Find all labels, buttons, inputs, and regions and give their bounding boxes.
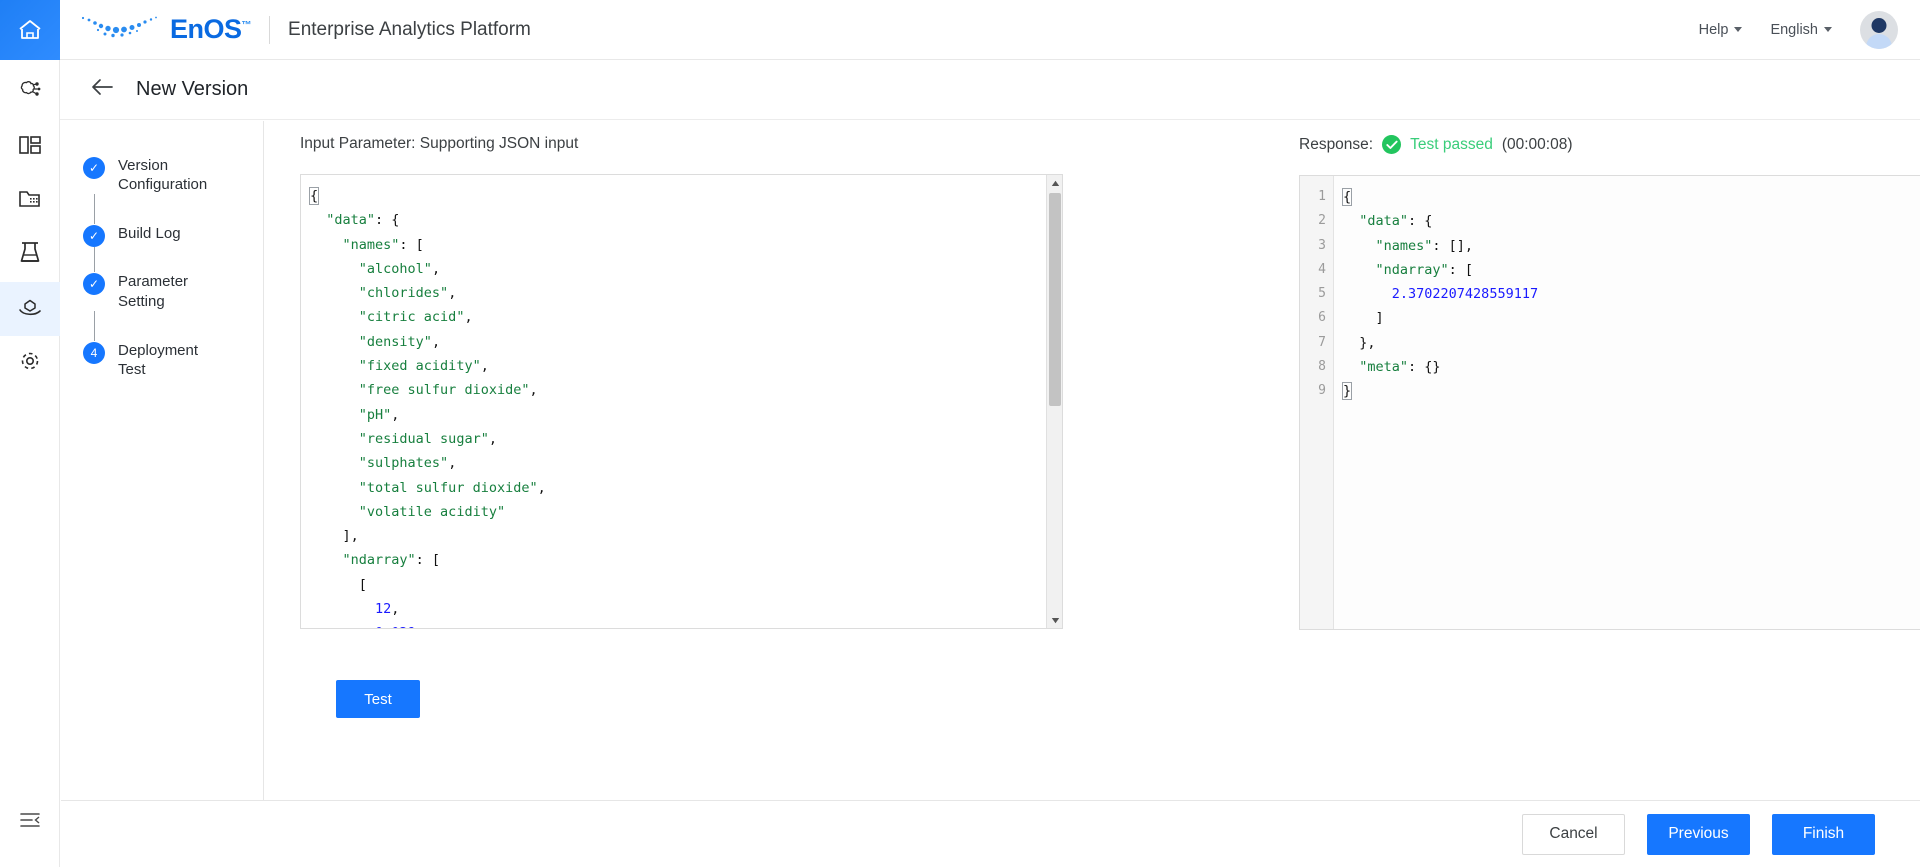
test-button[interactable]: Test <box>336 680 420 718</box>
finish-button[interactable]: Finish <box>1772 813 1875 855</box>
step-label-line1: Version <box>118 157 169 174</box>
line-number: 6 <box>1318 310 1326 326</box>
step-label-parameter-setting: Parameter Setting <box>118 272 188 310</box>
help-label: Help <box>1698 21 1729 38</box>
step-label-deployment-test: Deployment Test <box>118 341 198 379</box>
step-label-line2: Test <box>118 360 146 378</box>
step-marker-done: ✓ <box>83 273 105 296</box>
help-menu[interactable]: Help <box>1699 22 1743 38</box>
step-navigator: ✓ Version Configuration ✓ Build Log ✓ Pa… <box>61 121 264 800</box>
response-duration: (00:00:08) <box>1501 135 1573 153</box>
main-content: ✓ Version Configuration ✓ Build Log ✓ Pa… <box>61 121 1920 800</box>
sidebar-item-settings[interactable] <box>0 336 60 390</box>
input-parameter-label: Input Parameter: Supporting JSON input <box>300 135 579 152</box>
enos-dots-icon <box>78 12 160 47</box>
header-right-actions: Help English <box>1699 10 1920 49</box>
sidebar-item-model-serving[interactable] <box>0 282 60 336</box>
step-connector <box>93 310 95 341</box>
response-editor[interactable]: 1 2 3 4 5 6 7 8 9 { "data": { "names": [… <box>1299 175 1920 630</box>
avatar-head <box>1871 17 1887 33</box>
step-label-line1: Deployment <box>118 341 199 359</box>
avatar-body <box>1866 33 1892 49</box>
brand-logo[interactable]: EnOS™ <box>78 12 251 47</box>
response-code[interactable]: { "data": { "names": [], "ndarray": [ 2.… <box>1334 176 1920 629</box>
brand-name: EnOS <box>170 14 242 44</box>
step-version-configuration[interactable]: ✓ Version Configuration <box>83 156 263 194</box>
sidebar-item-data-catalog[interactable] <box>0 174 60 228</box>
previous-button[interactable]: Previous <box>1647 813 1750 855</box>
scrollbar-thumb[interactable] <box>1049 193 1061 406</box>
step-label-line1: Build Log <box>118 225 181 243</box>
ai-model-icon <box>17 78 43 109</box>
response-line-numbers: 1 2 3 4 5 6 7 8 9 <box>1300 176 1334 629</box>
home-icon <box>17 18 43 42</box>
sidebar-item-ai-model[interactable] <box>0 66 60 120</box>
line-number: 3 <box>1318 237 1326 253</box>
arrow-left-icon <box>90 78 114 101</box>
settings-gear-icon <box>17 348 43 379</box>
deployment-test-panel: Input Parameter: Supporting JSON input {… <box>264 121 1920 800</box>
left-icon-rail <box>0 60 60 867</box>
page-title: New Version <box>136 78 249 100</box>
line-number: 1 <box>1318 189 1326 204</box>
chevron-down-icon <box>1824 27 1832 32</box>
check-circle-icon <box>1382 135 1402 154</box>
scroll-down-icon[interactable] <box>1047 612 1062 628</box>
input-parameter-editor[interactable]: { "data": { "names": [ "alcohol", "chlor… <box>300 174 1063 629</box>
sidebar-item-experiments[interactable] <box>0 228 60 282</box>
step-build-log[interactable]: ✓ Build Log <box>83 224 263 248</box>
footer-actions: Cancel Previous Finish <box>61 800 1920 867</box>
line-number: 5 <box>1318 286 1326 302</box>
line-number: 8 <box>1318 359 1326 375</box>
response-status-line: Response: Test passed (00:00:08) <box>1299 135 1920 154</box>
step-label-version-configuration: Version Configuration <box>118 156 207 194</box>
cancel-button[interactable]: Cancel <box>1522 813 1625 855</box>
step-label-line2: Configuration <box>118 176 208 194</box>
input-parameter-section: Input Parameter: Supporting JSON input {… <box>300 135 1063 718</box>
response-label: Response: <box>1299 135 1374 153</box>
step-deployment-test[interactable]: 4 Deployment Test <box>83 341 263 379</box>
step-marker-done: ✓ <box>83 157 105 179</box>
response-section: Response: Test passed (00:00:08) 1 2 3 4… <box>1299 135 1920 630</box>
line-number: 4 <box>1318 261 1326 277</box>
step-marker-current: 4 <box>83 341 105 364</box>
scroll-up-icon[interactable] <box>1047 175 1062 191</box>
dashboard-icon <box>17 133 43 162</box>
step-marker-done: ✓ <box>83 225 105 248</box>
input-parameter-code[interactable]: { "data": { "names": [ "alcohol", "chlor… <box>301 175 1062 628</box>
folder-data-icon <box>17 187 43 216</box>
collapse-menu-icon <box>18 810 42 835</box>
line-number: 7 <box>1318 334 1326 350</box>
language-label: English <box>1770 21 1818 38</box>
avatar[interactable] <box>1860 10 1898 49</box>
editor-scrollbar[interactable] <box>1046 175 1062 628</box>
collapse-menu-button[interactable] <box>0 795 60 849</box>
sidebar-item-dashboard[interactable] <box>0 120 60 174</box>
language-menu[interactable]: English <box>1770 22 1832 38</box>
step-connector <box>93 194 95 225</box>
sub-header: New Version <box>60 60 1920 120</box>
brand-tm: ™ <box>241 20 252 31</box>
back-button[interactable] <box>90 78 114 101</box>
top-header-bar: EnOS™ Enterprise Analytics Platform Help… <box>0 0 1920 60</box>
step-label-build-log: Build Log <box>118 224 181 243</box>
model-serving-icon <box>17 295 43 324</box>
flask-icon <box>18 240 42 271</box>
home-button[interactable] <box>0 0 60 60</box>
line-number: 2 <box>1318 213 1326 229</box>
header-divider <box>269 15 271 44</box>
app-title: Enterprise Analytics Platform <box>288 18 531 40</box>
response-status-text: Test passed <box>1410 135 1493 153</box>
brand-wordmark: EnOS™ <box>170 16 251 43</box>
line-number: 9 <box>1318 383 1326 399</box>
step-label-line2: Setting <box>118 292 165 310</box>
step-label-line1: Parameter <box>118 273 189 291</box>
step-parameter-setting[interactable]: ✓ Parameter Setting <box>83 272 263 310</box>
step-connector <box>93 247 95 273</box>
chevron-down-icon <box>1734 27 1743 32</box>
